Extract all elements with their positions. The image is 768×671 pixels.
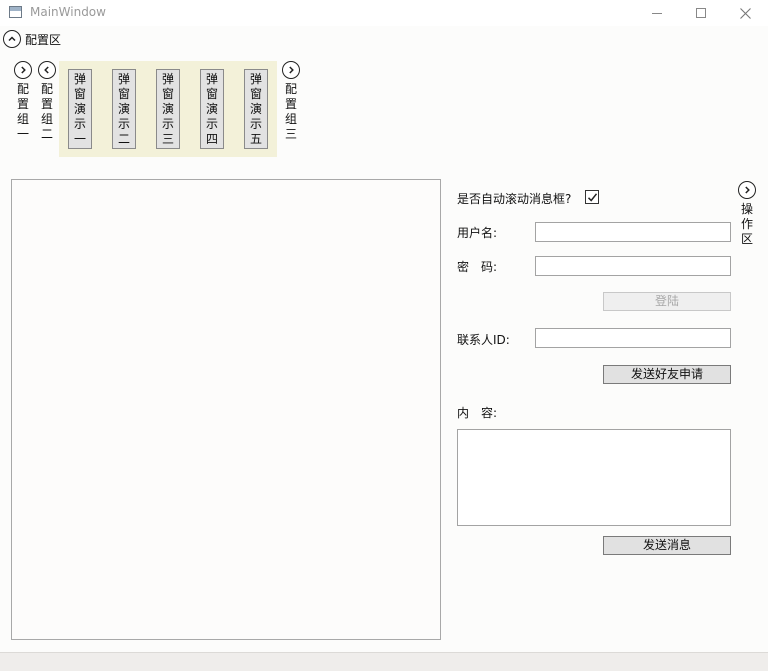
message-log-box[interactable] (11, 179, 441, 640)
password-input[interactable] (535, 256, 731, 276)
username-label: 用户名: (457, 226, 498, 240)
popup-demo-5-button[interactable]: 弹窗演示五 (244, 69, 268, 149)
chevron-right-icon (21, 66, 26, 74)
config-group1-label: 配置组一 (16, 82, 29, 141)
chevron-right-icon (745, 186, 750, 194)
maximize-icon (696, 8, 706, 18)
chevron-right-icon (289, 66, 294, 74)
status-bar (0, 652, 768, 671)
config-group3-expand-button[interactable] (282, 61, 300, 79)
minimize-icon (652, 12, 662, 14)
config-group1-expand-button[interactable] (14, 61, 32, 79)
chevron-left-icon (44, 66, 49, 74)
popup-demo-3-button[interactable]: 弹窗演示三 (156, 69, 180, 149)
config-area-label: 配置区 (25, 33, 62, 47)
checkmark-icon (587, 192, 597, 202)
chevron-up-icon (8, 36, 16, 42)
content-label: 内 容: (457, 406, 498, 420)
auto-scroll-label: 是否自动滚动消息框? (457, 192, 572, 206)
config-group2-label: 配置组二 (40, 82, 53, 141)
operation-area-toggle-button[interactable] (738, 181, 756, 199)
config-group3-label: 配置组三 (284, 82, 297, 141)
send-friend-request-button[interactable]: 发送好友申请 (603, 365, 731, 384)
message-content-input[interactable] (457, 429, 731, 526)
password-label: 密 码: (457, 260, 498, 274)
title-bar: MainWindow (0, 0, 768, 26)
operation-area-label: 操作区 (740, 202, 753, 246)
contact-id-label: 联系人ID: (457, 333, 510, 347)
close-icon (739, 7, 751, 19)
popup-demo-2-button[interactable]: 弹窗演示二 (112, 69, 136, 149)
username-input[interactable] (535, 222, 731, 242)
contact-id-input[interactable] (535, 328, 731, 348)
send-message-button[interactable]: 发送消息 (603, 536, 731, 555)
popup-demo-4-button[interactable]: 弹窗演示四 (200, 69, 224, 149)
app-icon (9, 6, 22, 18)
window-title: MainWindow (30, 5, 106, 19)
popup-demo-1-button[interactable]: 弹窗演示一 (68, 69, 92, 149)
config-group2-collapse-button[interactable] (38, 61, 56, 79)
close-button[interactable] (722, 0, 768, 26)
maximize-button[interactable] (678, 0, 724, 26)
minimize-button[interactable] (634, 0, 680, 26)
login-button[interactable]: 登陆 (603, 292, 731, 311)
auto-scroll-checkbox[interactable] (585, 190, 599, 204)
config-area-collapse-button[interactable] (3, 30, 21, 48)
